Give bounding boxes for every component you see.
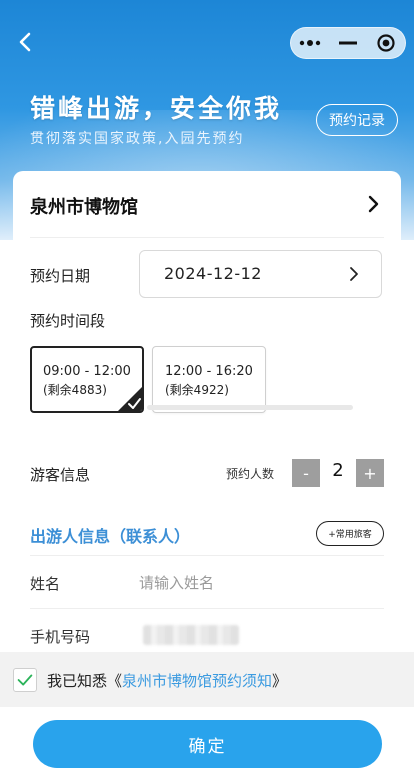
agreement-link[interactable]: 泉州市博物馆预约须知 [122, 672, 272, 690]
timeslot-time: 12:00 - 16:20 [165, 364, 253, 379]
divider [30, 608, 384, 609]
close-target-icon[interactable] [371, 33, 401, 53]
chevron-right-icon[interactable] [363, 194, 383, 214]
checkmark-icon [17, 674, 33, 686]
timeslot-remaining: (剩余4883) [43, 383, 107, 397]
subslogan: 贯彻落实国家政策,入园先预约 [30, 131, 245, 147]
phone-label: 手机号码 [30, 628, 91, 646]
agreement-suffix: 》 [272, 672, 288, 690]
decrease-button[interactable]: - [292, 459, 320, 487]
phone-input-blurred[interactable] [143, 625, 239, 645]
name-input[interactable] [139, 571, 379, 595]
minimize-icon[interactable] [333, 33, 363, 53]
visitor-count-value: 2 [332, 460, 344, 481]
agreement-checkbox[interactable] [13, 668, 37, 692]
traveler-info-title: 出游人信息（联系人） [30, 527, 191, 546]
slogan: 错峰出游，安全你我 [30, 94, 283, 123]
booking-card: 泉州市博物馆 预约日期 2024-12-12 预约时间段 09:00 - 12:… [13, 171, 401, 661]
visitor-count-label: 预约人数 [226, 467, 275, 481]
visitor-info-label: 游客信息 [30, 466, 91, 484]
agreement-bar: 我已知悉《泉州市博物馆预约须知》 [0, 652, 414, 707]
more-icon[interactable] [295, 33, 325, 53]
booking-records-button[interactable]: 预约记录 [316, 104, 398, 136]
timeslot-remaining: (剩余4922) [165, 383, 229, 397]
timeslot-option[interactable]: 09:00 - 12:00 (剩余4883) [30, 346, 144, 413]
confirm-button[interactable]: 确定 [33, 720, 382, 768]
date-label: 预约日期 [30, 267, 91, 285]
chevron-right-icon [345, 265, 363, 283]
timeslot-label: 预约时间段 [30, 312, 106, 330]
miniprogram-capsule [290, 27, 406, 59]
timeslot-option[interactable]: 12:00 - 16:20 (剩余4922) [152, 346, 266, 413]
timeslot-time: 09:00 - 12:00 [43, 364, 131, 379]
agreement-text: 我已知悉《泉州市博物馆预约须知》 [47, 670, 287, 691]
agreement-prefix: 我已知悉《 [47, 672, 123, 690]
divider [30, 237, 384, 238]
name-label: 姓名 [30, 575, 61, 593]
increase-button[interactable]: + [356, 459, 384, 487]
timeslot-scrollbar[interactable] [147, 405, 353, 410]
frequent-travelers-button[interactable]: +常用旅客 [316, 521, 384, 546]
date-value: 2024-12-12 [164, 264, 262, 283]
back-icon[interactable] [12, 28, 40, 56]
venue-title[interactable]: 泉州市博物馆 [30, 193, 138, 219]
divider [30, 555, 384, 556]
checkmark-icon [118, 387, 142, 411]
date-picker[interactable]: 2024-12-12 [139, 250, 382, 298]
